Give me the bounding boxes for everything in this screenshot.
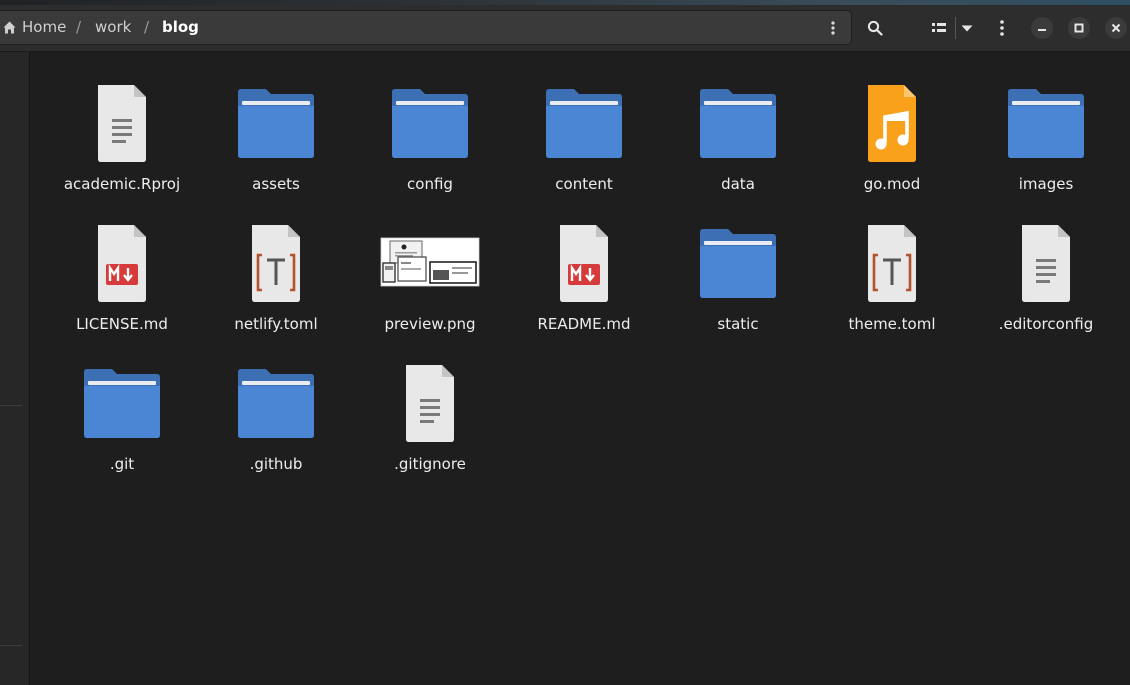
file-name-label: .gitignore [394,455,466,473]
sidebar[interactable] [0,52,30,685]
file-item[interactable]: content [509,82,659,212]
breadcrumb-work[interactable]: work [95,11,131,44]
file-item[interactable]: .editorconfig [971,222,1121,352]
file-name-label: static [717,315,759,333]
folder-icon [390,82,470,162]
folder-icon [544,82,624,162]
close-button[interactable] [1105,17,1127,39]
maximize-button[interactable] [1068,17,1090,39]
file-name-label: content [555,175,613,193]
file-item[interactable]: netlify.toml [201,222,351,352]
view-options-button[interactable] [957,13,977,43]
search-button[interactable] [860,13,890,43]
text-file-icon [390,362,470,442]
audio-file-icon [852,82,932,162]
file-name-label: theme.toml [848,315,936,333]
close-icon [1111,23,1121,33]
file-name-label: academic.Rproj [63,175,181,193]
file-name-label: .git [109,455,135,473]
maximize-icon [1074,23,1084,33]
file-name-label: go.mod [863,175,921,193]
view-toggle-button[interactable] [925,13,953,43]
file-item[interactable]: .gitignore [355,362,505,492]
window-top-edge [0,0,1130,5]
file-item[interactable]: academic.Rproj [47,82,197,212]
breadcrumb-separator: / [144,18,150,36]
file-manager-window: Home / work / blog academic.Rproj assets… [0,0,1130,685]
file-item[interactable]: go.mod [817,82,967,212]
file-name-label: config [407,175,453,193]
markdown-file-icon [82,222,162,302]
file-name-label: README.md [537,315,631,333]
sidebar-divider [0,405,22,406]
main-menu-button[interactable] [990,13,1014,43]
file-item[interactable]: data [663,82,813,212]
file-name-label: assets [252,175,300,193]
button-divider [955,17,956,39]
text-file-icon [82,82,162,162]
minimize-icon [1038,29,1046,31]
file-item[interactable]: LICENSE.md [47,222,197,352]
file-item[interactable]: images [971,82,1121,212]
file-item[interactable]: README.md [509,222,659,352]
image-thumbnail-icon [380,222,480,302]
path-menu-button[interactable] [822,15,844,41]
minimize-button[interactable] [1031,17,1053,39]
folder-icon [1006,82,1086,162]
text-file-icon [1006,222,1086,302]
file-item[interactable]: .git [47,362,197,492]
folder-icon [236,82,316,162]
folder-icon [236,362,316,442]
file-item[interactable]: theme.toml [817,222,967,352]
breadcrumb-home[interactable]: Home [22,11,66,44]
breadcrumb-separator: / [76,18,82,36]
vertical-dots-icon [831,21,835,35]
toml-file-icon [236,222,316,302]
list-view-icon [932,23,946,32]
vertical-dots-icon [1000,20,1004,36]
file-item[interactable]: preview.png [355,222,505,352]
file-name-label: netlify.toml [234,315,318,333]
home-icon[interactable] [3,21,16,34]
chevron-down-icon [961,25,973,31]
sidebar-divider [0,645,22,646]
file-name-label: images [1018,175,1074,193]
file-item[interactable]: config [355,82,505,212]
file-name-label: LICENSE.md [76,315,168,333]
file-name-label: preview.png [384,315,476,333]
folder-icon [82,362,162,442]
breadcrumb-current[interactable]: blog [162,11,199,44]
file-name-label: .github [249,455,303,473]
header-bar: Home / work / blog [0,0,1130,52]
markdown-file-icon [544,222,624,302]
file-name-label: data [721,175,755,193]
folder-icon [698,222,778,302]
search-icon [867,20,883,36]
file-item[interactable]: .github [201,362,351,492]
toml-file-icon [852,222,932,302]
folder-icon [698,82,778,162]
file-item[interactable]: assets [201,82,351,212]
path-bar[interactable]: Home / work / blog [0,10,852,45]
file-item[interactable]: static [663,222,813,352]
file-name-label: .editorconfig [998,315,1094,333]
